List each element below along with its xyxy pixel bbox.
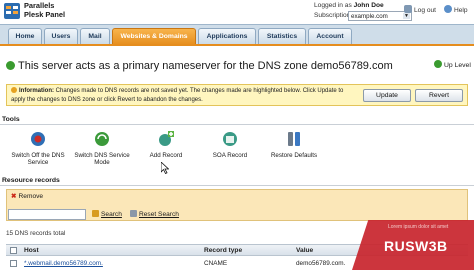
page-title: This server acts as a primary nameserver… [6,60,393,72]
tab-applications[interactable]: Applications [198,28,256,45]
tool-switch-off-dns[interactable]: Switch Off the DNS Service [6,130,70,167]
tab-account[interactable]: Account [308,28,352,45]
info-message-text: Changes made to DNS records are not save… [11,88,344,103]
watermark-logo-text: RUSW3B [384,238,448,254]
up-arrow-icon [434,60,442,68]
info-message: Information: Changes made to DNS records… [6,84,468,106]
logout-link[interactable]: Log out [404,5,436,14]
tools-heading: Tools [2,116,20,123]
restore-defaults-icon [288,132,300,146]
tool-label: SOA Record [212,152,248,159]
watermark-subtext: Lorem ipsum dolor sit amet [388,224,449,230]
up-level-label: Up Level [444,62,471,69]
tab-statistics[interactable]: Statistics [258,28,306,45]
mouse-cursor-icon [161,162,169,174]
tab-users[interactable]: Users [44,28,78,45]
tool-label: Switch Off the DNS Service [11,152,65,167]
tools-divider [0,124,474,125]
tool-label: Add Record [149,152,183,159]
tab-underline [0,44,474,46]
plesk-logo-icon [4,3,20,19]
resource-records-heading: Resource records [2,177,60,184]
reset-search-link[interactable]: Reset Search [130,210,179,218]
select-all-checkbox[interactable] [10,247,17,254]
search-label: Search [101,211,122,218]
tab-home[interactable]: Home [8,28,42,45]
update-button[interactable]: Update [363,89,411,102]
resources-divider [0,185,474,186]
logged-in-label: Logged in as [314,2,352,9]
search-link[interactable]: Search [92,210,122,218]
records-search-input[interactable] [8,209,86,220]
info-label: Information: [19,88,54,94]
dns-mode-icon [95,132,109,146]
tool-add-record[interactable]: Add Record [134,130,198,159]
logout-label: Log out [414,7,436,14]
up-level-link[interactable]: Up Level [434,60,471,69]
record-value: demo56789.com. [296,260,346,267]
page-title-text: This server acts as a primary nameserver… [18,60,393,72]
soa-record-icon [223,132,237,146]
logout-icon [404,5,412,13]
tool-label: Restore Defaults [270,152,318,159]
help-link[interactable]: Help [444,5,468,14]
tool-soa-record[interactable]: SOA Record [198,130,262,159]
brand-name: Parallels Plesk Panel [24,1,66,19]
tool-restore-defaults[interactable]: Restore Defaults [262,130,326,159]
info-text: Information: Changes made to DNS records… [11,87,359,104]
username[interactable]: John Doe [354,2,384,9]
revert-button[interactable]: Revert [415,89,463,102]
record-host[interactable]: *.webmail.demo56789.com. [24,260,103,267]
tool-switch-dns-mode[interactable]: Switch DNS Service Mode [70,130,134,167]
dns-switch-off-icon [31,132,45,146]
remove-icon: ✖ [11,193,17,200]
tab-websites-domains[interactable]: Websites & Domains [112,28,196,45]
column-value[interactable]: Value [296,247,313,254]
record-type: CNAME [204,260,228,267]
help-icon [444,5,452,13]
tab-mail[interactable]: Mail [80,28,110,45]
remove-label: Remove [18,193,44,200]
tool-label: Switch DNS Service Mode [74,152,130,167]
reset-search-icon [130,210,137,217]
records-total: 15 DNS records total [6,230,66,237]
reset-search-label: Reset Search [139,211,179,218]
dns-zone-icon [6,61,15,70]
brand-line-2: Plesk Panel [24,9,66,19]
column-record-type[interactable]: Record type [204,247,242,254]
column-host[interactable]: Host [24,247,39,254]
main-tabs: Home Users Mail Websites & Domains Appli… [0,24,474,46]
logged-in-status: Logged in as John Doe [314,2,384,9]
search-icon [92,210,99,217]
top-bar: Parallels Plesk Panel Logged in as John … [0,0,474,24]
subscription-label: Subscription [314,12,351,19]
row-checkbox[interactable] [10,260,17,267]
help-label: Help [454,7,468,14]
info-icon [11,87,17,93]
subscription-value: example.com [351,13,388,20]
subscription-select[interactable]: example.com ▼ [348,11,412,21]
add-record-icon [159,131,174,146]
remove-button[interactable]: ✖ Remove [11,192,43,200]
